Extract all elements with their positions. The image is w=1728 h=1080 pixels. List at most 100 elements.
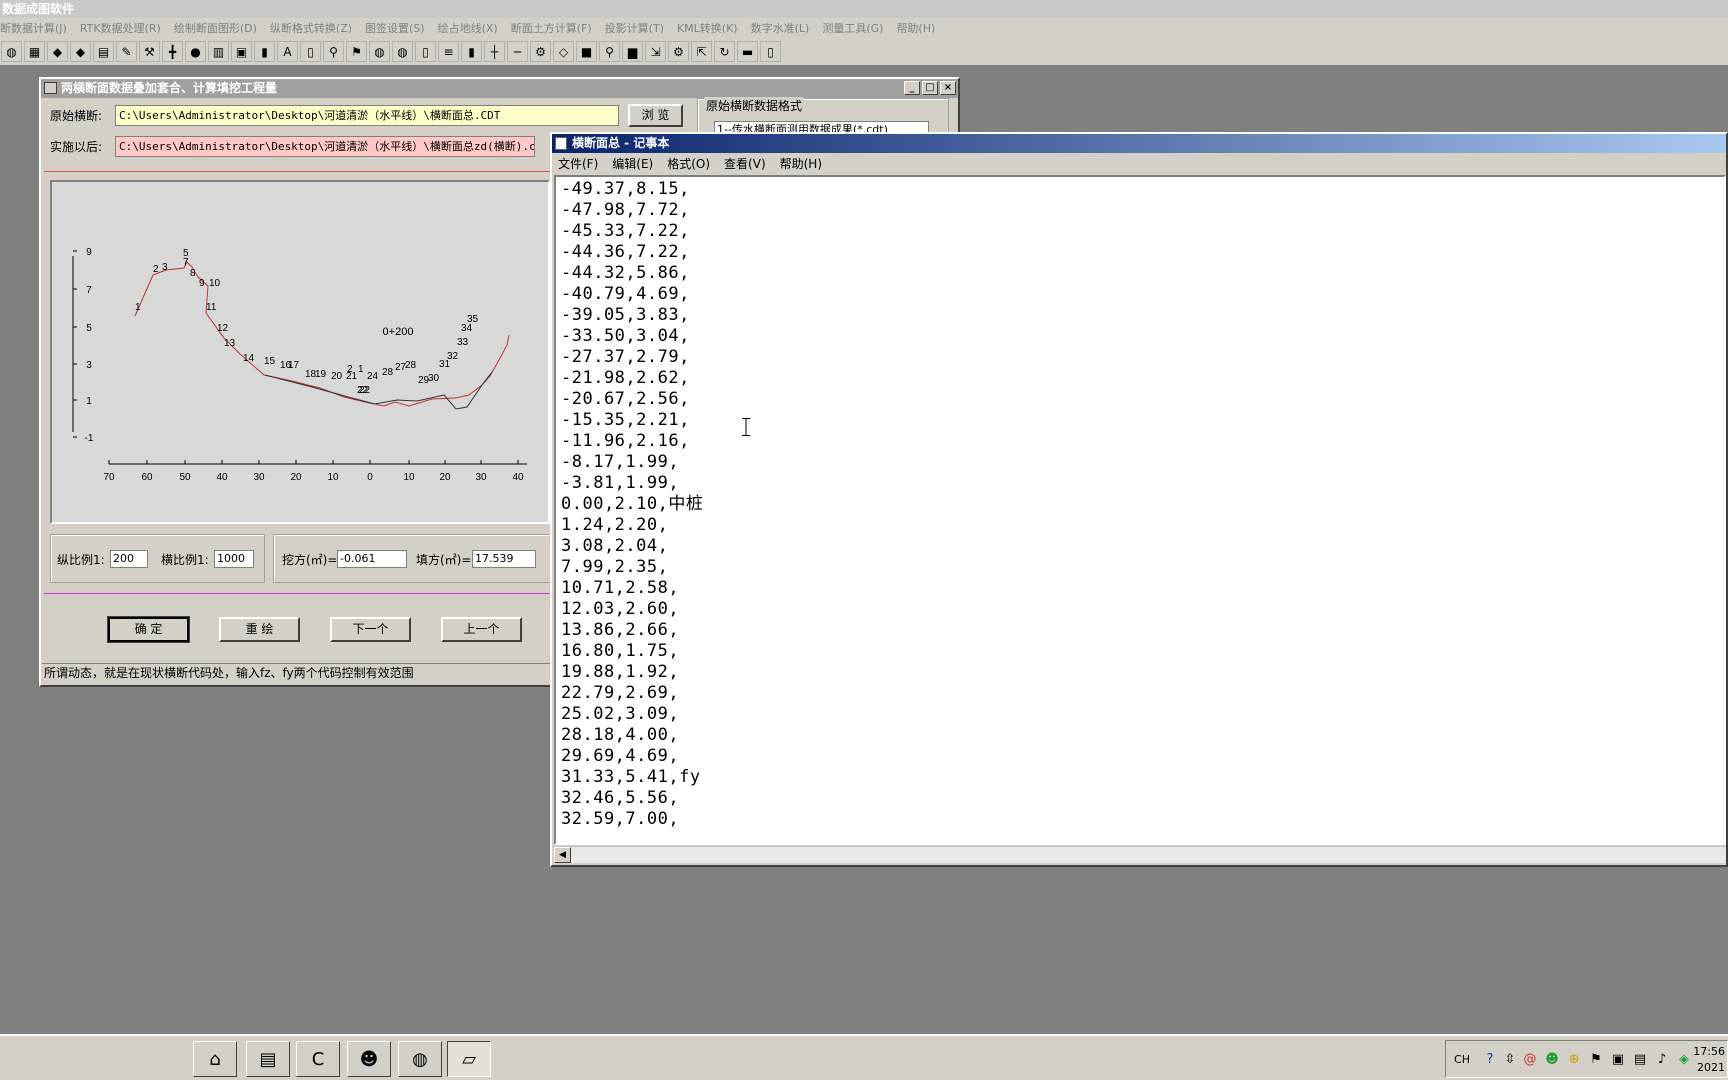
bars-icon[interactable]: ▮ bbox=[461, 41, 482, 62]
language-indicator[interactable]: CH bbox=[1454, 1052, 1470, 1068]
notepad-horizontal-scrollbar[interactable]: ◀ bbox=[554, 846, 1726, 863]
notepad-menu-item[interactable]: 文件(F) bbox=[558, 155, 598, 172]
flag-icon[interactable]: ⚑ bbox=[346, 41, 367, 62]
globe-icon[interactable]: ◍ bbox=[369, 41, 390, 62]
redraw-button[interactable]: 重 绘 bbox=[219, 617, 300, 642]
scroll-left-icon[interactable]: ◀ bbox=[554, 847, 571, 863]
notepad-title-bar[interactable]: 横断面总 - 记事本 bbox=[552, 134, 1726, 153]
menu-item[interactable]: KML转换(K) bbox=[677, 20, 738, 36]
text-icon[interactable]: A bbox=[277, 41, 298, 62]
point-label: 13 bbox=[224, 338, 236, 349]
minus-icon[interactable]: ─ bbox=[507, 41, 528, 62]
cross-icon[interactable]: ┼ bbox=[484, 41, 505, 62]
page-icon[interactable]: ▯ bbox=[760, 41, 781, 62]
hscale-input[interactable]: 1000 bbox=[214, 550, 254, 568]
original-path-input[interactable]: C:\Users\Administrator\Desktop\河道清淤（水平线）… bbox=[115, 105, 619, 126]
notepad-line: -44.32,5.86, bbox=[561, 263, 690, 283]
gear-icon[interactable]: ⚙ bbox=[668, 41, 689, 62]
ime-icon[interactable]: ⇳ bbox=[1502, 1052, 1518, 1068]
point-label: 2 bbox=[153, 264, 159, 275]
task-c9-icon[interactable]: C bbox=[296, 1041, 340, 1077]
menu-item[interactable]: 断数据计算(J) bbox=[0, 20, 67, 36]
task-folder-icon[interactable]: ▤ bbox=[246, 1041, 290, 1077]
magnify-icon[interactable]: ⚲ bbox=[599, 41, 620, 62]
wrench-icon[interactable]: ⚒ bbox=[139, 41, 160, 62]
diamond-icon[interactable]: ◆ bbox=[70, 41, 91, 62]
after-path-input[interactable]: C:\Users\Administrator\Desktop\河道清淤（水平线）… bbox=[115, 136, 535, 157]
task-app-icon[interactable]: ⌂ bbox=[193, 1041, 237, 1077]
stamp-icon[interactable]: ▬ bbox=[737, 41, 758, 62]
vscale-input[interactable]: 200 bbox=[110, 550, 148, 568]
task-notepad-icon[interactable]: ▱ bbox=[447, 1041, 491, 1077]
notepad-menu-item[interactable]: 格式(O) bbox=[667, 155, 710, 172]
diamond-icon[interactable]: ◆ bbox=[47, 41, 68, 62]
menu-item[interactable]: 帮助(H) bbox=[896, 20, 935, 36]
plus-icon[interactable]: ╋ bbox=[162, 41, 183, 62]
task-wechat-icon[interactable]: ☻ bbox=[347, 1041, 391, 1077]
shield-tray-icon[interactable]: ⊕ bbox=[1566, 1052, 1582, 1068]
point-label: 14 bbox=[243, 353, 255, 364]
diamond-icon[interactable]: ◇ bbox=[553, 41, 574, 62]
notepad-line: 16.80,1.75, bbox=[561, 641, 680, 661]
menu-item[interactable]: 断面土方计算(F) bbox=[511, 20, 592, 36]
network-icon[interactable]: ▣ bbox=[1610, 1052, 1626, 1068]
menu-item[interactable]: 投影计算(T) bbox=[605, 20, 664, 36]
next-button[interactable]: 下一个 bbox=[330, 617, 411, 642]
menu-item[interactable]: RTK数据处理(R) bbox=[80, 20, 161, 36]
help-icon[interactable]: ? bbox=[1482, 1052, 1498, 1068]
point-label: 9 bbox=[199, 278, 205, 289]
task-globe-icon[interactable]: ◍ bbox=[398, 1041, 442, 1077]
browse-button[interactable]: 浏 览 bbox=[628, 104, 683, 127]
grid-icon[interactable]: ▦ bbox=[24, 41, 45, 62]
globe-icon[interactable]: ◍ bbox=[392, 41, 413, 62]
original-section-line bbox=[134, 261, 510, 407]
maximize-button[interactable]: □ bbox=[922, 81, 938, 95]
table-icon[interactable]: ▥ bbox=[208, 41, 229, 62]
book-icon[interactable]: ▆ bbox=[622, 41, 643, 62]
document-icon[interactable]: ▯ bbox=[300, 41, 321, 62]
ok-button[interactable]: 确 定 bbox=[107, 616, 190, 643]
prev-button[interactable]: 上一个 bbox=[441, 617, 522, 642]
spiral-icon[interactable]: @ bbox=[1522, 1052, 1538, 1068]
import-icon[interactable]: ⇱ bbox=[691, 41, 712, 62]
device-icon[interactable]: ▤ bbox=[1632, 1052, 1648, 1068]
page-icon[interactable]: ▯ bbox=[415, 41, 436, 62]
notepad-menu-item[interactable]: 帮助(H) bbox=[780, 155, 822, 172]
security-icon[interactable]: ◈ bbox=[1676, 1052, 1692, 1068]
pencil-icon[interactable]: ✎ bbox=[116, 41, 137, 62]
red-separator-line bbox=[44, 171, 554, 172]
notepad-menu-item[interactable]: 查看(V) bbox=[724, 155, 766, 172]
menu-item[interactable]: 绘占地线(X) bbox=[438, 20, 498, 36]
clock-time[interactable]: 17:56 bbox=[1693, 1045, 1725, 1058]
point-label: 1 bbox=[358, 364, 364, 375]
main-toolbar: ◍ ▦ ◆ ◆ ▤ ✎ ⚒ ╋ ● ▥ ▣ ▮ A ▯ ⚲ ⚑ ◍ ◍ ▯ ≡ ▮ ┼ ─ ⚙ ◇ ■ ⚲ ▆ ⇲ ⚙ ⇱ ↻ ▬ ▯ bbox=[0, 38, 1728, 66]
menu-item[interactable]: 测量工具(G) bbox=[822, 20, 883, 36]
notepad-menu-item[interactable]: 编辑(E) bbox=[612, 155, 653, 172]
dialog-title: 两横断面数据叠加套合、计算填挖工程量 bbox=[61, 81, 278, 95]
menu-item[interactable]: 数字水准(L) bbox=[751, 20, 810, 36]
dot-icon[interactable]: ● bbox=[185, 41, 206, 62]
dialog-title-bar[interactable]: 两横断面数据叠加套合、计算填挖工程量 _ □ × bbox=[41, 79, 958, 98]
notepad-line: 13.86,2.66, bbox=[561, 620, 680, 640]
image-icon[interactable]: ▣ bbox=[231, 41, 252, 62]
tool-icon[interactable]: ⚙ bbox=[530, 41, 551, 62]
export-icon[interactable]: ⇲ bbox=[645, 41, 666, 62]
menu-item[interactable]: 纵断格式转换(Z) bbox=[270, 20, 352, 36]
rotate-icon[interactable]: ↻ bbox=[714, 41, 735, 62]
menu-item[interactable]: 图签设置(S) bbox=[365, 20, 425, 36]
notepad-line: 32.59,7.00, bbox=[561, 809, 680, 829]
chart-icon[interactable]: ▤ bbox=[93, 41, 114, 62]
clock-date[interactable]: 2021 bbox=[1697, 1061, 1725, 1074]
magnify-icon[interactable]: ⚲ bbox=[323, 41, 344, 62]
menu-item[interactable]: 绘制断面图形(D) bbox=[174, 20, 257, 36]
volume-icon[interactable]: ♪ bbox=[1654, 1052, 1670, 1068]
wechat-tray-icon[interactable]: ☻ bbox=[1544, 1052, 1560, 1068]
cube-icon[interactable]: ■ bbox=[576, 41, 597, 62]
notepad-text-area[interactable]: -49.37,8.15, -47.98,7.72, -45.33,7.22, -44.… bbox=[554, 175, 1726, 845]
bar-chart-icon[interactable]: ▮ bbox=[254, 41, 275, 62]
close-button[interactable]: × bbox=[940, 81, 956, 95]
minimize-button[interactable]: _ bbox=[904, 81, 920, 95]
globe-icon[interactable]: ◍ bbox=[1, 41, 22, 62]
list-icon[interactable]: ≡ bbox=[438, 41, 459, 62]
flag-tray-icon[interactable]: ⚑ bbox=[1588, 1052, 1604, 1068]
